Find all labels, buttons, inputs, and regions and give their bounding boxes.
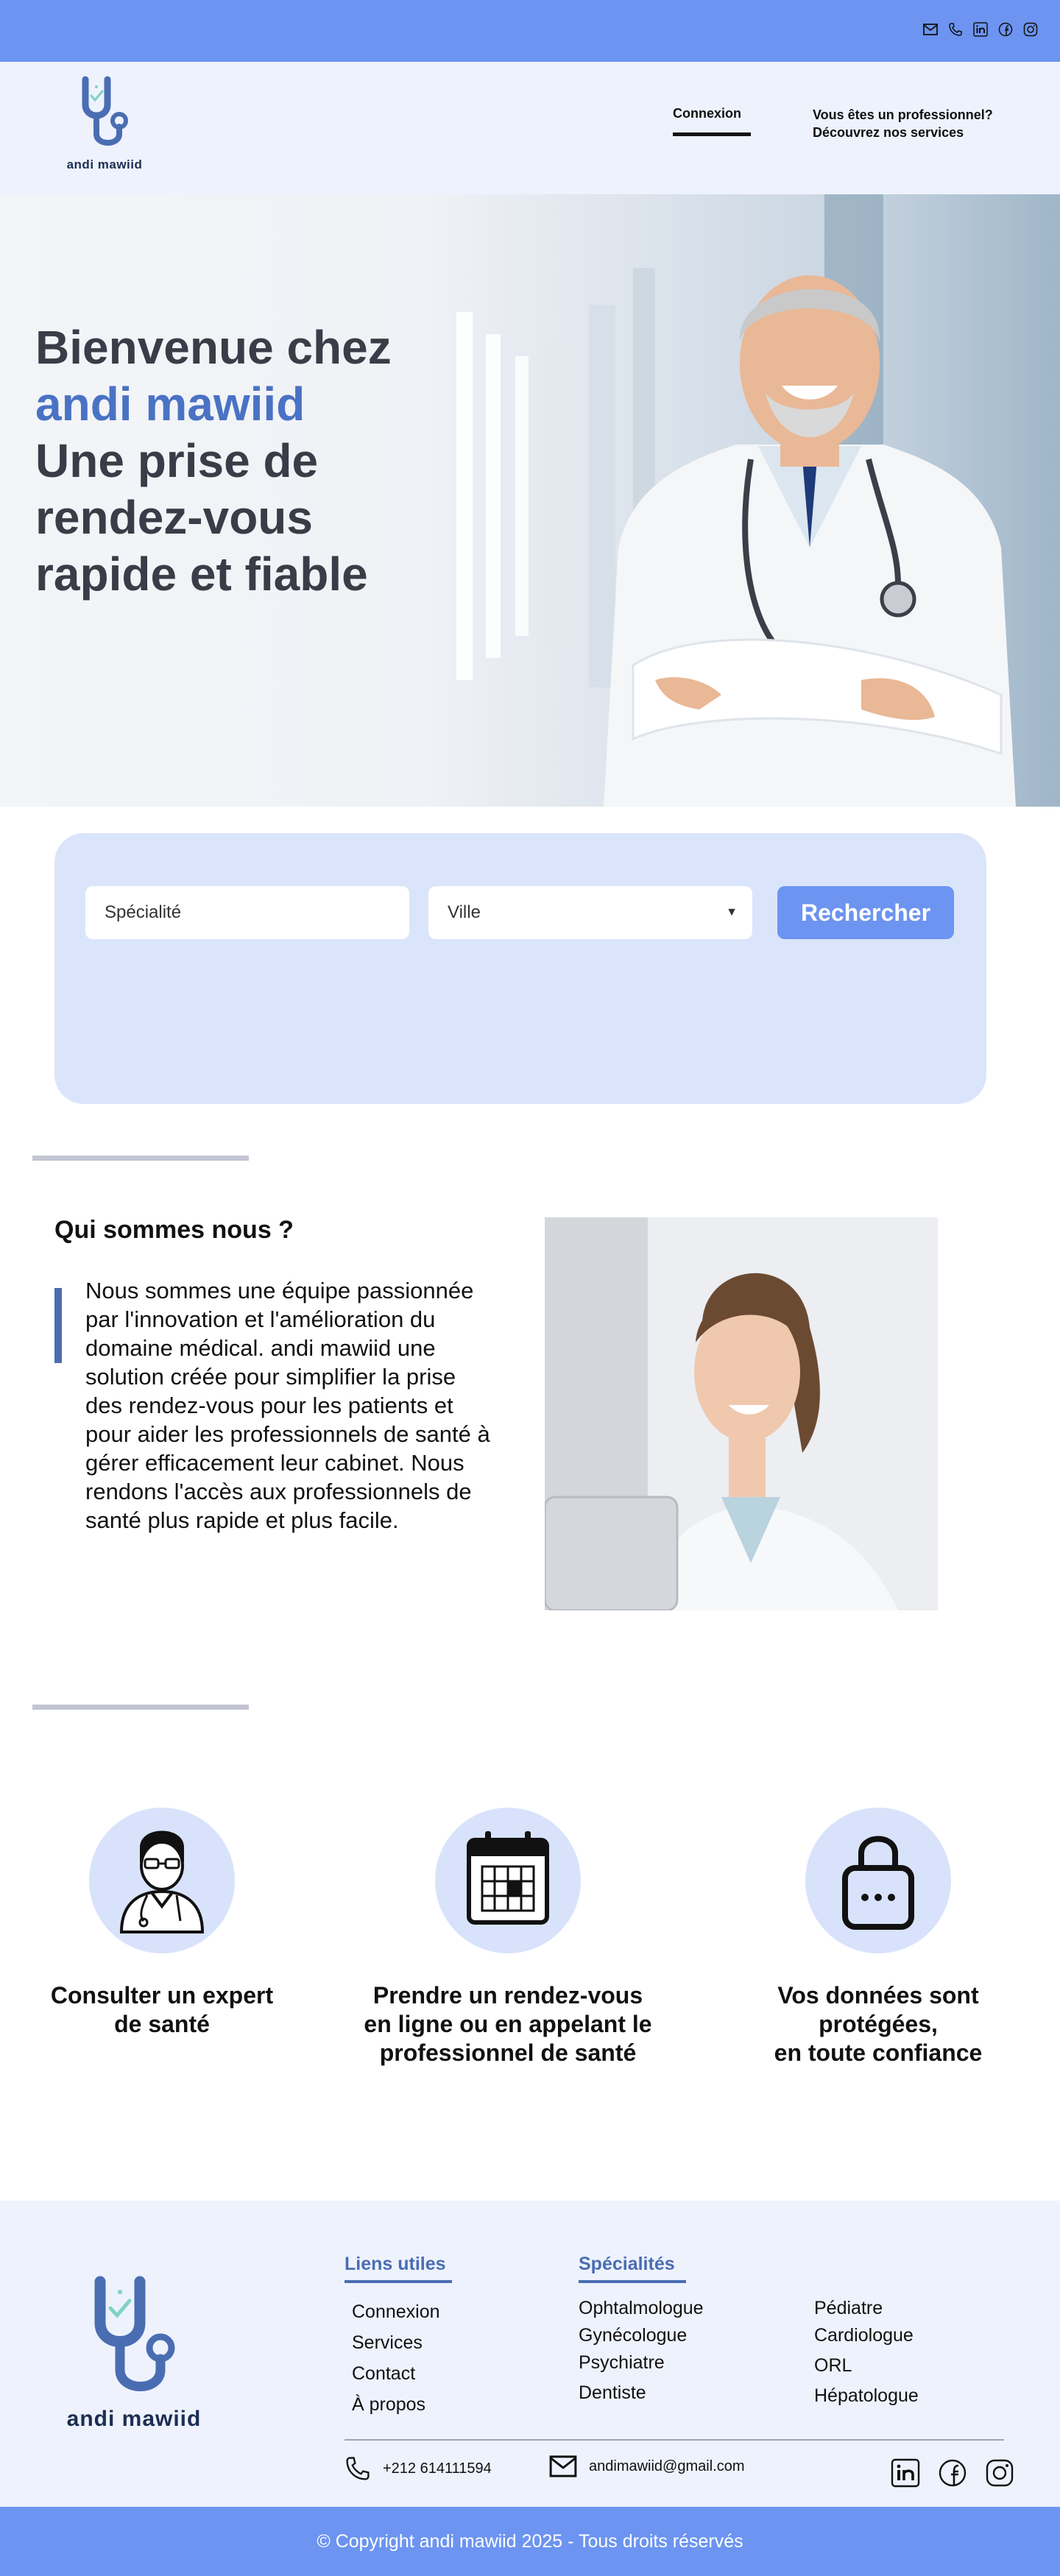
footer-brand-text: andi mawiid — [66, 2407, 202, 2431]
doctor-photo — [604, 275, 1016, 807]
hero-line-4: rendez-vous — [35, 491, 313, 544]
stethoscope-logo-icon — [82, 76, 128, 146]
footer-link-connexion[interactable]: Connexion — [352, 2296, 440, 2327]
specialite-input[interactable]: Spécialité — [85, 886, 409, 939]
footer-specialites-title: Spécialités — [579, 2254, 675, 2274]
footer-liens-list: Connexion Services Contact À propos — [352, 2296, 440, 2420]
footer-specialites-list-2: Pédiatre Cardiologue ORL Hépatologue — [814, 2295, 919, 2410]
footer-title-underline — [579, 2280, 686, 2283]
about-title: Qui sommes nous ? — [54, 1216, 294, 1244]
site-footer: andi mawiid Liens utiles Connexion Servi… — [0, 2201, 1060, 2507]
footer-phone-number: +212 614111594 — [383, 2460, 492, 2477]
feature-caption-line: Consulter un expert — [50, 1982, 274, 2009]
logo-brand-text: andi mawiid — [66, 158, 143, 171]
section-divider — [32, 1156, 249, 1161]
facebook-icon[interactable] — [936, 2457, 969, 2489]
feature-icon-circle — [805, 1808, 951, 1953]
ville-select-value: Ville — [448, 902, 481, 922]
feature-rendezvous: Prendre un rendez-vous en ligne ou en ap… — [361, 1808, 655, 2067]
feature-caption-line: protégées, — [819, 2011, 938, 2037]
linkedin-icon[interactable] — [972, 21, 989, 38]
footer-liens-title: Liens utiles — [344, 2254, 446, 2274]
logo[interactable]: andi mawiid — [53, 75, 156, 171]
footer-social-icons — [889, 2457, 1016, 2489]
about-photo — [545, 1217, 938, 1610]
feature-icon-circle — [435, 1808, 581, 1953]
nav-pro-line2: Découvrez nos services — [813, 125, 964, 140]
feature-caption-line: en ligne ou en appelant le — [364, 2011, 652, 2037]
site-header: andi mawiid Connexion Vous êtes un profe… — [0, 62, 1060, 194]
top-bar-icons — [922, 21, 1039, 38]
linkedin-icon[interactable] — [889, 2457, 922, 2489]
hero-section: Bienvenue chez andi mawiid Une prise de … — [0, 194, 1060, 807]
feature-caption-line: Prendre un rendez-vous — [372, 1982, 643, 2009]
calendar-icon — [467, 1831, 549, 1925]
footer-email[interactable]: andimawiid@gmail.com — [549, 2455, 744, 2477]
hero-line-1: Bienvenue chez — [35, 321, 392, 374]
nav-professional-link[interactable]: Vous êtes un professionnel? Découvrez no… — [813, 106, 993, 141]
stethoscope-logo-icon — [94, 2276, 175, 2391]
footer-title-underline — [344, 2280, 452, 2283]
about-accent-bar — [54, 1288, 62, 1363]
hero-title: Bienvenue chez andi mawiid Une prise de … — [35, 319, 492, 603]
footer-specialite-link[interactable]: Cardiologue — [814, 2322, 919, 2349]
feature-caption-line: de santé — [114, 2011, 210, 2037]
footer-specialite-link[interactable]: Psychiatre — [579, 2349, 704, 2377]
footer-phone[interactable]: +212 614111594 — [344, 2455, 492, 2482]
feature-caption-line: professionnel de santé — [379, 2039, 637, 2066]
nav-login-link[interactable]: Connexion — [673, 106, 741, 121]
envelope-icon — [549, 2455, 577, 2477]
footer-specialite-link[interactable]: Dentiste — [579, 2379, 704, 2407]
feature-caption: Consulter un expert de santé — [15, 1981, 309, 2039]
lock-icon — [842, 1836, 914, 1930]
instagram-icon[interactable] — [1022, 21, 1039, 38]
doctor-icon — [119, 1830, 205, 1933]
section-divider — [32, 1705, 249, 1710]
search-card: Spécialité Ville ▼ Rechercher — [54, 833, 986, 1104]
envelope-icon[interactable] — [922, 21, 939, 38]
hero-brand: andi mawiid — [35, 378, 305, 431]
footer-specialite-link[interactable]: ORL — [814, 2352, 919, 2379]
footer-link-contact[interactable]: Contact — [352, 2358, 440, 2389]
footer-specialite-link[interactable]: Hépatologue — [814, 2382, 919, 2410]
ville-select[interactable]: Ville ▼ — [428, 886, 752, 939]
footer-specialite-link[interactable]: Pédiatre — [814, 2295, 919, 2322]
feature-expert: Consulter un expert de santé — [15, 1808, 309, 2039]
phone-icon[interactable] — [947, 21, 964, 38]
footer-email-address: andimawiid@gmail.com — [589, 2458, 745, 2474]
footer-separator — [344, 2439, 1004, 2441]
nav-active-underline — [673, 132, 751, 136]
feature-icon-circle — [89, 1808, 235, 1953]
female-doctor-image — [545, 1217, 938, 1610]
hero-line-5: rapide et fiable — [35, 548, 368, 601]
footer-specialite-link[interactable]: Gynécologue — [579, 2322, 704, 2349]
hero-line-3: Une prise de — [35, 434, 319, 487]
footer-link-services[interactable]: Services — [352, 2327, 440, 2358]
feature-caption: Prendre un rendez-vous en ligne ou en ap… — [361, 1981, 655, 2067]
footer-specialites-list-1: Ophtalmologue Gynécologue Psychiatre Den… — [579, 2295, 704, 2407]
chevron-down-icon: ▼ — [726, 906, 738, 919]
nav-pro-line1: Vous êtes un professionnel? — [813, 107, 993, 122]
instagram-icon[interactable] — [983, 2457, 1016, 2489]
feature-caption-line: Vos données sont — [777, 1982, 979, 2009]
feature-caption-line: en toute confiance — [774, 2039, 983, 2066]
footer-specialite-link[interactable]: Ophtalmologue — [579, 2295, 704, 2322]
footer-link-apropos[interactable]: À propos — [352, 2389, 440, 2420]
feature-caption: Vos données sont protégées, en toute con… — [731, 1981, 1025, 2067]
footer-logo[interactable]: andi mawiid — [46, 2274, 222, 2444]
facebook-icon[interactable] — [997, 21, 1014, 38]
copyright-bar: © Copyright andi mawiid 2025 - Tous droi… — [0, 2507, 1060, 2576]
feature-protection: Vos données sont protégées, en toute con… — [731, 1808, 1025, 2067]
about-text: Nous sommes une équipe passionnée par l'… — [85, 1278, 490, 1533]
search-button[interactable]: Rechercher — [777, 886, 954, 939]
top-bar — [0, 0, 1060, 62]
phone-icon — [346, 2457, 370, 2480]
